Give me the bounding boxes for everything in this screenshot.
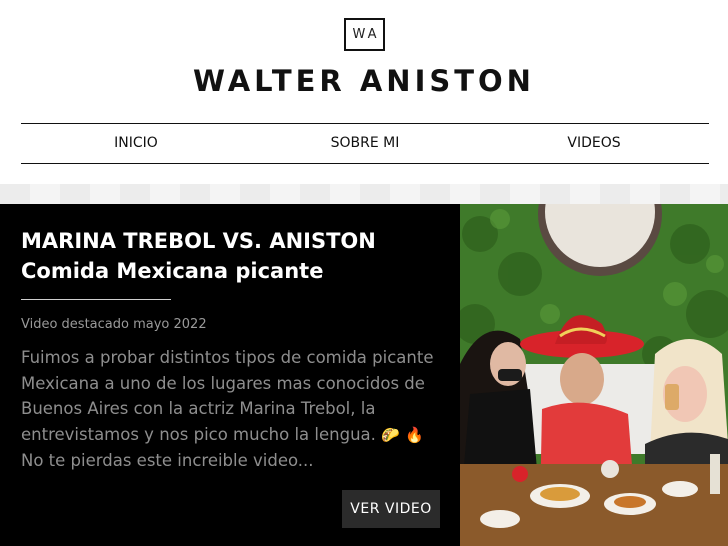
featured-text-panel: MARINA TREBOL VS. ANISTON Comida Mexican…: [0, 204, 460, 546]
nav-item-sobre-mi[interactable]: SOBRE MI: [331, 135, 400, 151]
header-divider-band: [0, 184, 728, 204]
taco-icon: 🌮: [381, 425, 400, 444]
description-text: Fuimos a probar distintos tipos de comid…: [21, 348, 434, 444]
nav-item-inicio[interactable]: INICIO: [114, 135, 158, 151]
nav-item-videos[interactable]: VIDEOS: [567, 135, 620, 151]
ver-video-button[interactable]: VER VIDEO: [342, 490, 440, 528]
fire-icon: 🔥: [405, 425, 424, 444]
featured-title-line1: MARINA TREBOL VS. ANISTON: [21, 229, 376, 253]
site-title[interactable]: WALTER ANISTON: [0, 64, 728, 98]
logo[interactable]: WA: [344, 18, 385, 51]
featured-photo[interactable]: [460, 204, 728, 546]
main-nav: INICIO SOBRE MI VIDEOS: [21, 123, 709, 164]
description-end: No te pierdas este increible video...: [21, 451, 314, 470]
title-divider: [21, 299, 171, 300]
featured-title-line2: Comida Mexicana picante: [21, 259, 324, 283]
featured-description: Fuimos a probar distintos tipos de comid…: [21, 345, 451, 474]
site-header: WA WALTER ANISTON INICIO SOBRE MI VIDEOS: [0, 0, 728, 184]
featured-date: Video destacado mayo 2022: [21, 317, 207, 332]
featured-video-section: MARINA TREBOL VS. ANISTON Comida Mexican…: [0, 204, 728, 546]
featured-title: MARINA TREBOL VS. ANISTON Comida Mexican…: [21, 226, 451, 286]
